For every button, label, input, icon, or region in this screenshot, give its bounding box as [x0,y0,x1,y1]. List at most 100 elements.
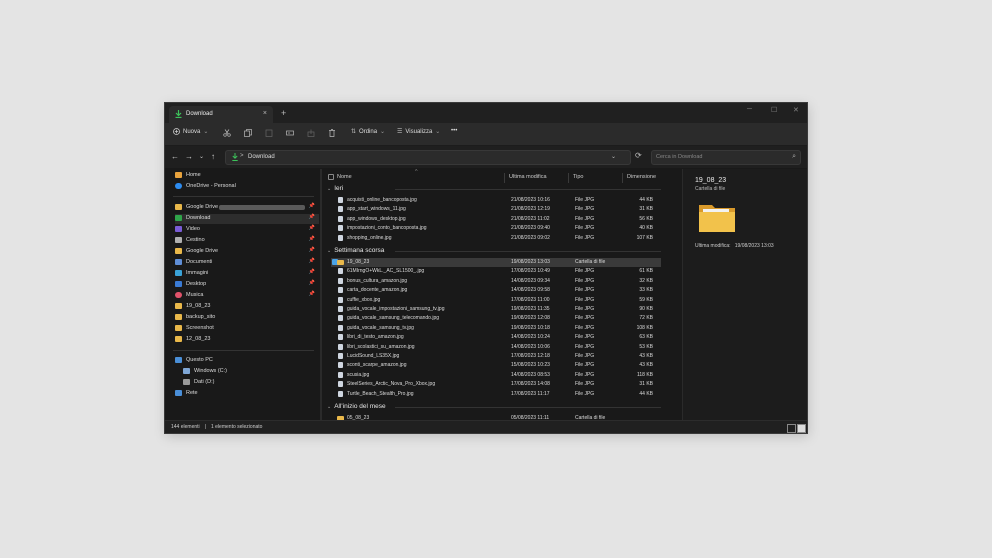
tab-close-icon[interactable]: × [263,110,267,117]
column-type[interactable]: Tipo [573,174,584,180]
sort-arrow-icon: ^ [415,169,418,175]
sidebar-item-documenti[interactable]: Documenti 📌 [175,258,319,268]
file-modified: 19/08/2023 11:35 [511,306,550,312]
file-name: carta_docente_amazon.jpg [347,287,408,294]
cut-icon[interactable] [223,129,231,137]
table-row[interactable]: shopping_online.jpg 21/08/2023 09:02 File … [331,234,661,243]
close-window-button[interactable]: ✕ [793,106,799,114]
image-file-icon [338,381,343,388]
column-size[interactable]: Dimensione [627,174,656,180]
search-input[interactable]: Cerca in Download ⌕ [651,150,801,165]
back-button[interactable]: ← [171,152,179,161]
file-size: 61 KB [639,268,653,275]
table-row[interactable]: 19_08_23 19/08/2023 13:03 Cartella di file [331,258,661,267]
sidebar-item-video[interactable]: Video 📌 [175,225,319,235]
table-row[interactable]: acquisti_online_bancoposta.jpg 21/08/2023… [331,196,661,205]
file-type: File JPG [575,306,595,312]
sidebar-item-label: Download [186,215,211,221]
breadcrumb-download[interactable]: Download [248,154,275,160]
trash-icon[interactable] [328,129,336,137]
address-bar[interactable]: > Download ⌄ [225,150,631,165]
folder-preview-icon [699,205,735,232]
table-row[interactable]: impostazioni_conto_bancoposta.jpg 21/08/2… [331,224,661,233]
table-row[interactable]: guida_vocale_samsung_tv.jpg 19/08/2023 10… [331,324,661,333]
minimize-button[interactable]: ─ [747,106,752,113]
table-row[interactable]: Turtle_Beach_Stealth_Pro.jpg 17/08/2023 1… [331,390,661,399]
file-modified: 19/08/2023 13:03 [511,259,550,265]
table-row[interactable]: LucidSound_LS35X.jpg 17/08/2023 12:18 File… [331,352,661,361]
group-header[interactable]: ⌄ Ieri [327,185,661,192]
table-row[interactable]: libri_di_testo_amazon.jpg 14/08/2023 10:2… [331,333,661,342]
group-label: All'inizio del mese [334,403,386,410]
table-row[interactable]: libri_scolastici_su_amazon.jpg 14/08/2023… [331,343,661,352]
table-row[interactable]: scusia.jpg 14/08/2023 08:53 File JPG 118 KB [331,371,661,380]
new-tab-button[interactable]: + [281,108,286,118]
table-row[interactable]: SteelSeries_Arctic_Nova_Pro_Xbox.jpg 17/0… [331,380,661,389]
more-options-button[interactable]: ••• [451,128,457,134]
select-all-checkbox[interactable] [328,174,334,180]
image-file-icon [338,324,343,331]
table-row[interactable]: guida_vocale_impostazioni_samsung_tv.jpg… [331,305,661,314]
address-dropdown-icon[interactable]: ⌄ [611,153,616,160]
sidebar-item-questo-pc[interactable]: Questo PC [175,356,319,366]
sidebar-item-musica[interactable]: Musica 📌 [175,291,319,301]
plus-circle-icon [173,128,180,135]
folder-icon [175,325,182,331]
table-row[interactable]: 61MIrngO+WkL._AC_SL1500_.jpg 17/08/2023 1… [331,267,661,276]
view-button[interactable]: ☰ Visualizza ⌄ [397,128,440,136]
tiles-view-button[interactable] [797,424,806,433]
table-row[interactable]: carta_docente_amazon.jpg 14/08/2023 09:58… [331,286,661,295]
copy-icon[interactable] [244,129,252,137]
details-view-button[interactable] [787,424,796,433]
sidebar-item-windows-c[interactable]: Windows (C:) [183,367,319,377]
group-divider [395,251,661,252]
up-button[interactable]: ↑ [211,152,215,161]
refresh-button[interactable]: ⟳ [635,151,642,160]
new-button[interactable]: Nuova ⌄ [173,128,208,135]
sidebar-item-immagini[interactable]: Immagini 📌 [175,269,319,279]
sidebar-item-backup-sito[interactable]: backup_sito [175,313,319,323]
sidebar-item-home[interactable]: Home [175,171,319,181]
file-type: File JPG [575,268,595,275]
table-row[interactable]: sconti_scarpe_amazon.jpg 15/08/2023 10:23… [331,361,661,370]
sidebar-item-12-08-23[interactable]: 12_08_23 [175,335,319,345]
rename-icon[interactable] [286,129,294,137]
table-row[interactable]: app_start_windows_11.jpg 21/08/2023 12:19… [331,205,661,214]
column-name[interactable]: Nome [337,174,352,180]
recent-locations-button[interactable]: ⌄ [199,153,204,160]
share-icon[interactable] [307,129,315,137]
sidebar-item-rete[interactable]: Rete [175,389,319,399]
sidebar-item-screenshot[interactable]: Screenshot [175,324,319,334]
table-row[interactable]: guida_vocale_samsung_telecomando.jpg 19/0… [331,314,661,323]
group-header[interactable]: ⌄ Settimana scorsa [327,247,661,254]
sidebar-item-desktop[interactable]: Desktop 📌 [175,280,319,290]
pin-icon: 📌 [308,280,315,286]
tab-download[interactable]: Download × [169,106,273,123]
address-row: ← → ⌄ ↑ > Download ⌄ ⟳ Cerca in Download… [165,146,807,168]
forward-button[interactable]: → [185,152,193,161]
sidebar-item-dati-d[interactable]: Dati (D:) [183,378,319,388]
file-modified: 17/08/2023 10:49 [511,268,550,275]
sidebar-item-google-drive[interactable]: Google Drive 📌 [175,203,319,213]
file-name: bonus_cultura_amazon.jpg [347,277,408,284]
sidebar-item-onedrive[interactable]: OneDrive - Personal [175,182,319,192]
column-divider[interactable] [568,173,569,183]
column-modified[interactable]: Ultima modifica [509,174,547,180]
sidebar-item-label: Windows (C:) [194,368,228,374]
column-divider[interactable] [622,173,623,183]
table-row[interactable]: cuffie_xbox.jpg 17/08/2023 11:00 File JPG 5… [331,296,661,305]
table-row[interactable]: app_windows_desktop.jpg 21/08/2023 11:02 F… [331,215,661,224]
sidebar-item-19-08-23[interactable]: 19_08_23 [175,302,319,312]
column-divider[interactable] [504,173,505,183]
sidebar-scrollbar[interactable] [320,169,322,421]
image-file-icon [338,353,343,359]
table-row[interactable]: bonus_cultura_amazon.jpg 14/08/2023 09:34… [331,277,661,286]
paste-icon[interactable] [265,129,273,137]
sidebar-item-google-drive-2[interactable]: Google Drive 📌 [175,247,319,257]
sidebar-item-download[interactable]: Download 📌 [175,214,319,224]
group-header[interactable]: ⌄ All'inizio del mese [327,403,661,410]
maximize-button[interactable]: ☐ [771,106,777,114]
sidebar-item-cestino[interactable]: Cestino 📌 [175,236,319,246]
network-icon [175,390,182,396]
sort-button[interactable]: ⇅ Ordina ⌄ [351,128,385,136]
